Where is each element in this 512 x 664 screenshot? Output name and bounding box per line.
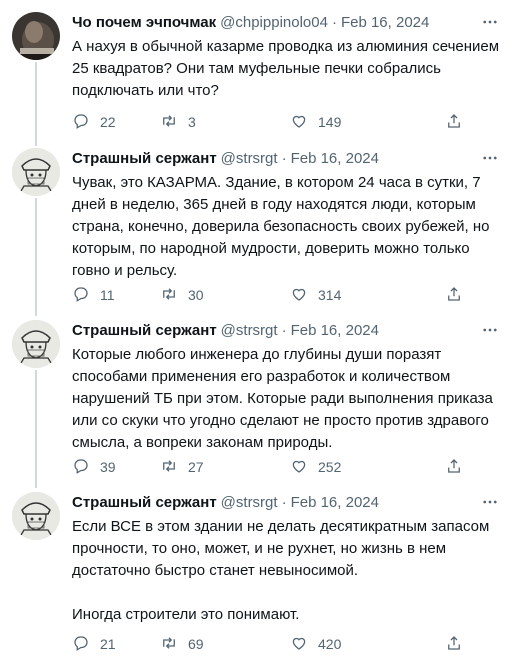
more-icon[interactable] bbox=[480, 320, 500, 340]
separator-dot: · bbox=[331, 13, 337, 31]
reply-count: 11 bbox=[100, 287, 115, 303]
display-name[interactable]: Чо почем эчпочмак bbox=[72, 14, 216, 31]
reply-button[interactable]: 22 bbox=[72, 112, 160, 133]
tweet-text: Чувак, это КАЗАРМА. Здание, в котором 24… bbox=[72, 174, 494, 279]
more-icon[interactable] bbox=[480, 148, 500, 168]
retweet-icon bbox=[160, 634, 178, 655]
more-icon[interactable] bbox=[480, 12, 500, 32]
like-button[interactable]: 420 bbox=[290, 634, 445, 655]
avatar-photo bbox=[12, 12, 60, 60]
share-button[interactable] bbox=[445, 285, 463, 306]
reply-count: 22 bbox=[100, 114, 116, 130]
tweet-header: Страшный сержант @strsrgt · Feb 16, 2024 bbox=[72, 492, 500, 512]
reply-count: 39 bbox=[100, 459, 116, 475]
tweet[interactable]: Чо почем эчпочмак @chpippinolo04 · Feb 1… bbox=[0, 12, 512, 136]
tweet-date[interactable]: Feb 16, 2024 bbox=[291, 150, 379, 167]
avatar-sketch bbox=[12, 492, 60, 540]
tweet-thread: Чо почем эчпочмак @chpippinolo04 · Feb 1… bbox=[0, 0, 512, 664]
retweet-count: 3 bbox=[188, 114, 196, 130]
reply-icon bbox=[72, 634, 90, 655]
share-button[interactable] bbox=[445, 112, 463, 133]
avatar[interactable] bbox=[12, 148, 60, 196]
reply-button[interactable]: 11 bbox=[72, 285, 160, 306]
like-icon bbox=[290, 457, 308, 478]
more-icon[interactable] bbox=[480, 492, 500, 512]
retweet-icon bbox=[160, 457, 178, 478]
like-icon bbox=[290, 285, 308, 306]
retweet-button[interactable]: 3 bbox=[160, 112, 290, 133]
like-count: 149 bbox=[318, 114, 342, 130]
retweet-icon bbox=[160, 112, 178, 133]
tweet-text: Которые любого инженера до глубины души … bbox=[72, 346, 498, 451]
retweet-button[interactable]: 30 bbox=[160, 285, 290, 306]
like-icon bbox=[290, 634, 308, 655]
separator-dot: · bbox=[281, 149, 287, 167]
reply-button[interactable]: 21 bbox=[72, 634, 160, 655]
tweet-date[interactable]: Feb 16, 2024 bbox=[341, 14, 429, 31]
retweet-button[interactable]: 27 bbox=[160, 457, 290, 478]
retweet-icon bbox=[160, 285, 178, 306]
like-button[interactable]: 314 bbox=[290, 285, 445, 306]
like-count: 252 bbox=[318, 459, 342, 475]
share-icon bbox=[445, 112, 463, 133]
avatar[interactable] bbox=[12, 320, 60, 368]
display-name[interactable]: Страшный сержант bbox=[72, 150, 217, 167]
avatar[interactable] bbox=[12, 492, 60, 540]
tweet-header: Чо почем эчпочмак @chpippinolo04 · Feb 1… bbox=[72, 12, 500, 32]
like-count: 420 bbox=[318, 636, 342, 652]
share-icon bbox=[445, 285, 463, 306]
retweet-count: 27 bbox=[188, 459, 204, 475]
avatar-sketch bbox=[12, 320, 60, 368]
tweet-date[interactable]: Feb 16, 2024 bbox=[291, 494, 379, 511]
separator-dot: · bbox=[281, 493, 287, 511]
tweet-header: Страшный сержант @strsrgt · Feb 16, 2024 bbox=[72, 148, 500, 168]
share-button[interactable] bbox=[445, 634, 463, 655]
tweet-text: А нахуя в обычной казарме проводка из ал… bbox=[72, 38, 504, 99]
user-handle[interactable]: @strsrgt bbox=[221, 322, 278, 339]
reply-icon bbox=[72, 112, 90, 133]
reply-icon bbox=[72, 285, 90, 306]
tweet[interactable]: Страшный сержант @strsrgt · Feb 16, 2024… bbox=[0, 148, 512, 308]
tweet-header: Страшный сержант @strsrgt · Feb 16, 2024 bbox=[72, 320, 500, 340]
display-name[interactable]: Страшный сержант bbox=[72, 494, 217, 511]
like-icon bbox=[290, 112, 308, 133]
retweet-count: 30 bbox=[188, 287, 204, 303]
like-button[interactable]: 149 bbox=[290, 112, 445, 133]
separator-dot: · bbox=[281, 321, 287, 339]
tweet-actions: 11 30 314 bbox=[72, 285, 500, 305]
retweet-count: 69 bbox=[188, 636, 204, 652]
tweet-text: Если ВСЕ в этом здании не делать десятик… bbox=[72, 518, 490, 623]
share-icon bbox=[445, 457, 463, 478]
tweet[interactable]: Страшный сержант @strsrgt · Feb 16, 2024… bbox=[0, 492, 512, 657]
tweet-actions: 22 3 149 bbox=[72, 112, 500, 132]
retweet-button[interactable]: 69 bbox=[160, 634, 290, 655]
reply-button[interactable]: 39 bbox=[72, 457, 160, 478]
display-name[interactable]: Страшный сержант bbox=[72, 322, 217, 339]
avatar[interactable] bbox=[12, 12, 60, 60]
reply-count: 21 bbox=[100, 636, 116, 652]
user-handle[interactable]: @strsrgt bbox=[221, 494, 278, 511]
share-icon bbox=[445, 634, 463, 655]
user-handle[interactable]: @chpippinolo04 bbox=[220, 14, 328, 31]
tweet-actions: 21 69 420 bbox=[72, 634, 500, 654]
user-handle[interactable]: @strsrgt bbox=[221, 150, 278, 167]
share-button[interactable] bbox=[445, 457, 463, 478]
avatar-sketch bbox=[12, 148, 60, 196]
tweet[interactable]: Страшный сержант @strsrgt · Feb 16, 2024… bbox=[0, 320, 512, 480]
like-count: 314 bbox=[318, 287, 342, 303]
like-button[interactable]: 252 bbox=[290, 457, 445, 478]
tweet-actions: 39 27 252 bbox=[72, 457, 500, 477]
reply-icon bbox=[72, 457, 90, 478]
tweet-date[interactable]: Feb 16, 2024 bbox=[291, 322, 379, 339]
